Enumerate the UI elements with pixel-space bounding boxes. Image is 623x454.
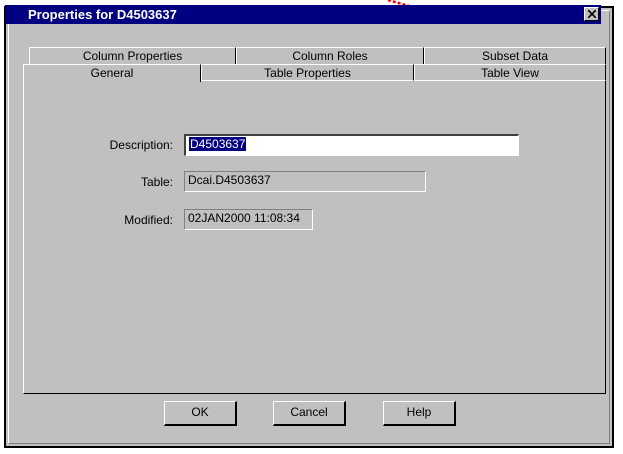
modified-value: 02JAN2000 11:08:34 (188, 211, 300, 225)
ok-button[interactable]: OK (164, 401, 237, 426)
modified-label: Modified: (124, 213, 173, 227)
table-field: Dcai.D4503637 (184, 171, 426, 192)
help-button[interactable]: Help (383, 401, 456, 426)
description-value: D4503637 (189, 137, 247, 151)
description-label: Description: (109, 138, 173, 152)
general-tab-panel (23, 80, 606, 394)
tab-column-properties[interactable]: Column Properties (29, 47, 236, 64)
tab-general[interactable]: General (23, 64, 201, 82)
modified-field: 02JAN2000 11:08:34 (184, 209, 313, 230)
table-value: Dcai.D4503637 (188, 173, 271, 187)
title-bar: Properties for D4503637 (5, 5, 601, 24)
description-input[interactable]: D4503637 (184, 134, 519, 156)
tab-subset-data[interactable]: Subset Data (424, 47, 606, 64)
window-title: Properties for D4503637 (28, 7, 177, 22)
close-icon (588, 10, 596, 18)
tab-table-properties[interactable]: Table Properties (201, 64, 414, 81)
table-label: Table: (140, 175, 173, 189)
close-button[interactable] (584, 7, 599, 21)
cancel-button[interactable]: Cancel (273, 401, 346, 426)
tab-column-roles[interactable]: Column Roles (236, 47, 424, 64)
tab-table-view[interactable]: Table View (414, 64, 606, 81)
